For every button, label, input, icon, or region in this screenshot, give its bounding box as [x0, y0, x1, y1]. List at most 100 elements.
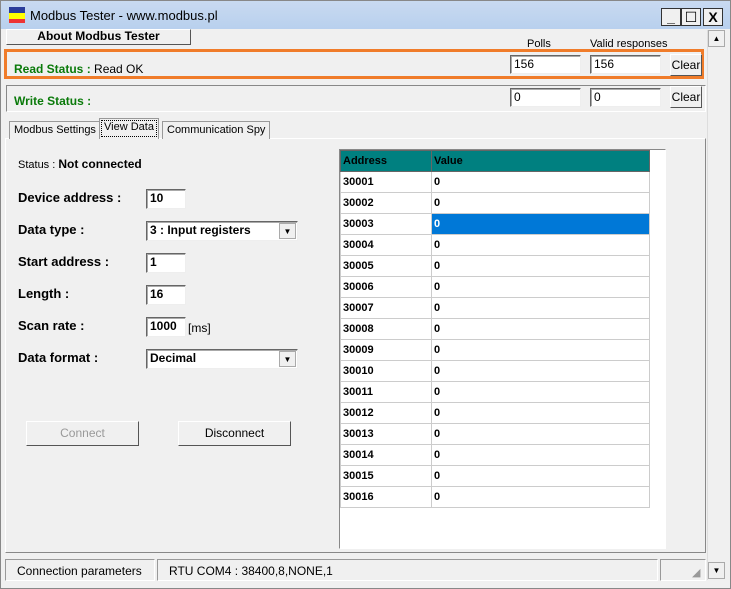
read-polls-field[interactable]: 156 — [510, 55, 581, 74]
value-cell[interactable]: 0 — [431, 360, 650, 382]
value-cell[interactable]: 0 — [431, 234, 650, 256]
scroll-down-icon[interactable]: ▼ — [708, 562, 725, 579]
start-address-input[interactable]: 1 — [146, 253, 186, 273]
statusbar-connection-params: RTU COM4 : 38400,8,NONE,1 — [157, 559, 658, 581]
chevron-down-icon[interactable]: ▼ — [279, 351, 296, 367]
table-row[interactable]: 30012 0 — [340, 402, 650, 424]
vertical-scrollbar[interactable]: ▲ ▼ — [707, 30, 725, 580]
data-format-select[interactable]: Decimal ▼ — [146, 349, 298, 369]
value-cell[interactable]: 0 — [431, 192, 650, 214]
data-format-value: Decimal — [150, 351, 197, 365]
table-row[interactable]: 30015 0 — [340, 465, 650, 487]
start-address-label: Start address : — [18, 254, 110, 269]
read-clear-button[interactable]: Clear — [670, 54, 702, 76]
address-cell[interactable]: 30011 — [340, 381, 432, 403]
scan-rate-input[interactable]: 1000 — [146, 317, 186, 337]
read-valid-field[interactable]: 156 — [590, 55, 661, 74]
value-cell[interactable]: 0 — [431, 444, 650, 466]
device-address-input[interactable]: 10 — [146, 189, 186, 209]
resize-grip-icon[interactable]: ◢ — [692, 566, 700, 579]
table-row[interactable]: 30003 0 — [340, 213, 650, 235]
value-column-header[interactable]: Value — [431, 150, 650, 172]
scan-rate-label: Scan rate : — [18, 318, 85, 333]
address-cell[interactable]: 30008 — [340, 318, 432, 340]
window-title: Modbus Tester - www.modbus.pl — [30, 8, 218, 23]
table-row[interactable]: 30011 0 — [340, 381, 650, 403]
about-button[interactable]: About Modbus Tester — [6, 29, 191, 45]
data-table: Address Value 30001 0 30002 0 30003 0 30004 0 300… — [340, 150, 650, 508]
table-row[interactable]: 30002 0 — [340, 192, 650, 214]
close-button[interactable]: X — [703, 8, 723, 26]
status-label: Status : — [18, 159, 59, 171]
status-value: Not connected — [58, 157, 142, 171]
length-input[interactable]: 16 — [146, 285, 186, 305]
value-cell[interactable]: 0 — [431, 255, 650, 277]
address-cell[interactable]: 30016 — [340, 486, 432, 508]
value-cell[interactable]: 0 — [431, 318, 650, 340]
address-cell[interactable]: 30007 — [340, 297, 432, 319]
table-header-row: Address Value — [340, 150, 650, 172]
table-row[interactable]: 30007 0 — [340, 297, 650, 319]
address-cell[interactable]: 30004 — [340, 234, 432, 256]
statusbar-connection-label: Connection parameters — [5, 559, 155, 581]
table-row[interactable]: 30004 0 — [340, 234, 650, 256]
address-cell[interactable]: 30006 — [340, 276, 432, 298]
value-cell[interactable]: 0 — [431, 486, 650, 508]
table-row[interactable]: 30010 0 — [340, 360, 650, 382]
address-cell[interactable]: 30005 — [340, 255, 432, 277]
table-row[interactable]: 30014 0 — [340, 444, 650, 466]
value-cell[interactable]: 0 — [431, 171, 650, 193]
data-format-label: Data format : — [18, 350, 99, 365]
minimize-button[interactable]: _ — [661, 8, 681, 26]
table-row[interactable]: 30006 0 — [340, 276, 650, 298]
address-cell[interactable]: 30002 — [340, 192, 432, 214]
data-type-label: Data type : — [18, 222, 85, 237]
value-cell[interactable]: 0 — [431, 465, 650, 487]
write-clear-button[interactable]: Clear — [670, 86, 702, 108]
address-cell[interactable]: 30013 — [340, 423, 432, 445]
address-column-header[interactable]: Address — [340, 150, 432, 172]
address-cell[interactable]: 30003 — [340, 213, 432, 235]
value-cell[interactable]: 0 — [431, 213, 650, 235]
data-type-select[interactable]: 3 : Input registers ▼ — [146, 221, 298, 241]
device-address-label: Device address : — [18, 190, 122, 205]
read-status-label: Read Status — [14, 62, 84, 76]
write-status-label: Write Status : — [14, 94, 92, 108]
address-cell[interactable]: 30015 — [340, 465, 432, 487]
read-status: Read Status : Read OK — [14, 62, 143, 76]
read-status-value: Read OK — [94, 62, 144, 76]
address-cell[interactable]: 30009 — [340, 339, 432, 361]
scroll-up-icon[interactable]: ▲ — [708, 30, 725, 47]
address-cell[interactable]: 30012 — [340, 402, 432, 424]
address-cell[interactable]: 30001 — [340, 171, 432, 193]
table-row[interactable]: 30009 0 — [340, 339, 650, 361]
data-grid: Address Value 30001 0 30002 0 30003 0 30004 0 300… — [339, 149, 666, 549]
length-label: Length : — [18, 286, 70, 301]
disconnect-button[interactable]: Disconnect — [178, 421, 291, 446]
tab-modbus-settings[interactable]: Modbus Settings — [9, 121, 101, 139]
value-cell[interactable]: 0 — [431, 297, 650, 319]
table-row[interactable]: 30013 0 — [340, 423, 650, 445]
value-cell[interactable]: 0 — [431, 423, 650, 445]
value-cell[interactable]: 0 — [431, 402, 650, 424]
tab-communication-spy[interactable]: Communication Spy — [162, 121, 271, 139]
data-type-value: 3 : Input registers — [150, 223, 251, 237]
chevron-down-icon[interactable]: ▼ — [279, 223, 296, 239]
value-cell[interactable]: 0 — [431, 381, 650, 403]
tab-view-data[interactable]: View Data — [99, 118, 159, 139]
write-polls-field[interactable]: 0 — [510, 88, 581, 107]
value-cell[interactable]: 0 — [431, 276, 650, 298]
address-cell[interactable]: 30010 — [340, 360, 432, 382]
table-row[interactable]: 30005 0 — [340, 255, 650, 277]
scan-rate-unit: [ms] — [188, 321, 211, 335]
table-row[interactable]: 30001 0 — [340, 171, 650, 193]
address-cell[interactable]: 30014 — [340, 444, 432, 466]
connect-button[interactable]: Connect — [26, 421, 139, 446]
maximize-button[interactable]: ☐ — [681, 8, 701, 26]
value-cell[interactable]: 0 — [431, 339, 650, 361]
table-row[interactable]: 30016 0 — [340, 486, 650, 508]
connection-status: Status : Not connected — [18, 157, 142, 171]
write-valid-field[interactable]: 0 — [590, 88, 661, 107]
read-status-separator: : — [83, 62, 95, 76]
table-row[interactable]: 30008 0 — [340, 318, 650, 340]
